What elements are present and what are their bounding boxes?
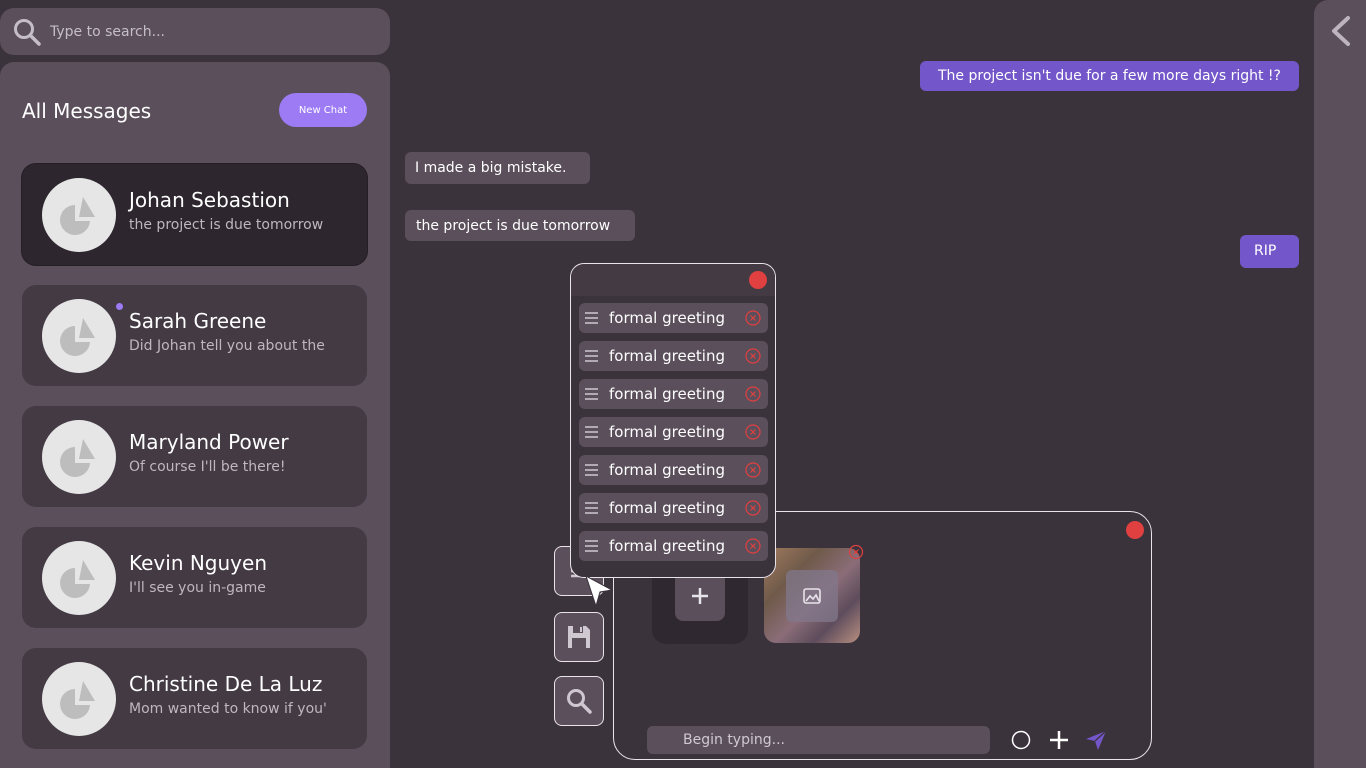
phrase-item[interactable]: formal greeting bbox=[579, 379, 768, 409]
image-icon bbox=[803, 588, 821, 604]
contact-card-christine-de-la-luz[interactable]: Christine De La Luz Mom wanted to know i… bbox=[22, 648, 367, 749]
close-icon[interactable] bbox=[1126, 521, 1144, 539]
unread-indicator bbox=[116, 303, 123, 310]
circle-icon[interactable] bbox=[1011, 730, 1031, 750]
drag-handle-icon[interactable] bbox=[585, 311, 598, 325]
send-icon[interactable] bbox=[1084, 728, 1108, 752]
avatar-placeholder-icon bbox=[60, 681, 95, 719]
drag-handle-icon[interactable] bbox=[585, 349, 598, 363]
contact-name: Sarah Greene bbox=[129, 309, 267, 333]
search-bar[interactable] bbox=[0, 8, 390, 55]
save-button[interactable] bbox=[554, 612, 604, 662]
contact-preview: Of course I'll be there! bbox=[129, 459, 286, 475]
phrase-label: formal greeting bbox=[609, 385, 725, 403]
search-icon bbox=[567, 689, 592, 714]
avatar bbox=[42, 541, 116, 615]
drag-handle-icon[interactable] bbox=[585, 539, 598, 553]
avatar-placeholder-icon bbox=[60, 560, 95, 598]
avatar bbox=[42, 178, 116, 252]
contact-preview: Did Johan tell you about the bbox=[129, 338, 325, 354]
new-chat-button[interactable]: New Chat bbox=[279, 93, 367, 127]
plus-icon[interactable] bbox=[1048, 729, 1070, 751]
phrase-item[interactable]: formal greeting bbox=[579, 455, 768, 485]
contact-preview: I'll see you in-game bbox=[129, 580, 266, 596]
contact-name: Johan Sebastion bbox=[129, 188, 290, 212]
avatar bbox=[42, 662, 116, 736]
drag-handle-icon[interactable] bbox=[585, 463, 598, 477]
add-attachment-button[interactable] bbox=[675, 571, 725, 621]
attached-image-thumbnail[interactable] bbox=[764, 548, 860, 643]
close-icon[interactable] bbox=[744, 385, 762, 403]
contact-card-johan-sebastion[interactable]: Johan Sebastion the project is due tomor… bbox=[22, 164, 367, 265]
search-icon bbox=[14, 18, 41, 46]
message-incoming: I made a big mistake. bbox=[405, 152, 590, 184]
phrase-label: formal greeting bbox=[609, 423, 725, 441]
close-icon[interactable] bbox=[744, 309, 762, 327]
message-incoming: the project is due tomorrow bbox=[405, 210, 635, 241]
sidebar-title: All Messages bbox=[22, 99, 152, 123]
right-rail bbox=[1314, 0, 1366, 768]
close-icon[interactable] bbox=[848, 544, 864, 560]
floppy-disk-icon bbox=[568, 626, 590, 648]
search-input[interactable] bbox=[50, 23, 370, 40]
contact-preview: the project is due tomorrow bbox=[129, 217, 324, 233]
close-icon[interactable] bbox=[749, 271, 767, 289]
image-overlay bbox=[786, 570, 838, 622]
phrase-label: formal greeting bbox=[609, 499, 725, 517]
contact-card-sarah-greene[interactable]: Sarah Greene Did Johan tell you about th… bbox=[22, 285, 367, 386]
popover-pointer-icon bbox=[585, 574, 614, 608]
phrase-item[interactable]: formal greeting bbox=[579, 341, 768, 371]
avatar bbox=[42, 299, 116, 373]
phrase-label: formal greeting bbox=[609, 309, 725, 327]
message-outgoing: RIP bbox=[1240, 235, 1299, 268]
close-icon[interactable] bbox=[744, 537, 762, 555]
phrase-item[interactable]: formal greeting bbox=[579, 417, 768, 447]
phrase-item[interactable]: formal greeting bbox=[579, 531, 768, 561]
contacts-sidebar: All Messages New Chat Johan Sebastion th… bbox=[0, 62, 390, 768]
phrase-label: formal greeting bbox=[609, 461, 725, 479]
chevron-left-icon[interactable] bbox=[1326, 14, 1356, 48]
close-icon[interactable] bbox=[744, 461, 762, 479]
message-input[interactable] bbox=[647, 726, 990, 754]
contact-card-maryland-power[interactable]: Maryland Power Of course I'll be there! bbox=[22, 406, 367, 507]
plus-icon bbox=[692, 588, 708, 604]
contact-name: Kevin Nguyen bbox=[129, 551, 267, 575]
message-outgoing: The project isn't due for a few more day… bbox=[920, 61, 1299, 91]
avatar bbox=[42, 420, 116, 494]
phrase-label: formal greeting bbox=[609, 537, 725, 555]
avatar-placeholder-icon bbox=[60, 439, 95, 477]
close-icon[interactable] bbox=[744, 423, 762, 441]
avatar-placeholder-icon bbox=[60, 197, 95, 235]
drag-handle-icon[interactable] bbox=[585, 425, 598, 439]
popup-header bbox=[571, 264, 775, 296]
close-icon[interactable] bbox=[744, 347, 762, 365]
saved-phrases-popup: formal greeting formal greeting formal g… bbox=[570, 263, 776, 578]
contact-name: Christine De La Luz bbox=[129, 672, 323, 696]
drag-handle-icon[interactable] bbox=[585, 387, 598, 401]
drag-handle-icon[interactable] bbox=[585, 501, 598, 515]
phrase-item[interactable]: formal greeting bbox=[579, 303, 768, 333]
phrase-item[interactable]: formal greeting bbox=[579, 493, 768, 523]
contact-name: Maryland Power bbox=[129, 430, 289, 454]
contact-preview: Mom wanted to know if you' bbox=[129, 701, 327, 717]
phrase-label: formal greeting bbox=[609, 347, 725, 365]
lookup-button[interactable] bbox=[554, 676, 604, 726]
avatar-placeholder-icon bbox=[60, 318, 95, 356]
close-icon[interactable] bbox=[744, 499, 762, 517]
contact-card-kevin-nguyen[interactable]: Kevin Nguyen I'll see you in-game bbox=[22, 527, 367, 628]
